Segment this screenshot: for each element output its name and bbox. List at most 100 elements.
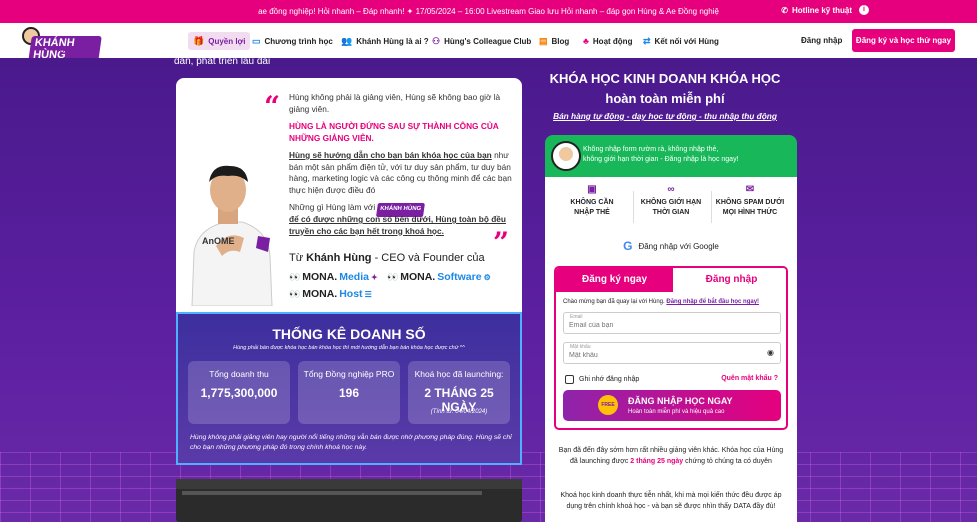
founder-name: Khánh Hùng	[306, 252, 372, 264]
result-text: để có được những con số bên dưới, Hùng t…	[289, 214, 506, 236]
mona-host-logo[interactable]: 👀 MONA. Host ☰	[289, 288, 372, 300]
video-thumbnail[interactable]	[176, 479, 522, 522]
host-icon: ☰	[364, 289, 372, 299]
mona-suffix: Software	[437, 271, 482, 283]
promo-line-2: không giới hạn thời gian - Đăng nhập là …	[583, 156, 739, 163]
mona-media-logo[interactable]: 👀 MONA. Media ✦	[289, 271, 378, 283]
nav-item-ket-noi[interactable]: ⇄ Kết nối với Hùng	[638, 32, 724, 50]
early-text-b: chứng tỏ chúng ta có duyên	[683, 457, 772, 465]
hotline-link[interactable]: ✆ Hotline kỹ thuật i	[781, 5, 869, 15]
stats-title: THỐNG KÊ DOANH SỐ	[272, 326, 426, 342]
stat-value: 1,775,300,000	[200, 386, 278, 400]
main-nav: KHÁNH HÙNG ACADEMY 🎁 Quyền lợi ▭ Chương tr…	[0, 23, 977, 62]
auth-box: Đăng ký ngay Đăng nhập Chào mừng bạn đã …	[554, 266, 788, 430]
stat-value: 196	[338, 386, 360, 400]
media-icon: ✦	[370, 272, 378, 282]
nav-item-quyen-loi[interactable]: 🎁 Quyền lợi	[188, 32, 251, 50]
stat-launching: Khoá học đã launching: 2 THÁNG 25 NGÀY (…	[408, 361, 510, 424]
email-field[interactable]: Email	[563, 312, 781, 334]
stats-note: Hùng không phải giảng viên hay người nổi…	[190, 434, 512, 451]
early-text-highlight: 2 tháng 25 ngày	[630, 457, 684, 465]
nav-item-colleague-club[interactable]: ⚇ Hùng's Colleague Club	[427, 32, 536, 50]
feature-no-card: ▣ KHÔNG CẦN NHẬP THẺ	[551, 185, 633, 218]
mona-eyes-icon: 👀	[387, 271, 399, 282]
login-now-label: ĐĂNG NHẬP HỌC NGAY	[628, 396, 733, 406]
password-input[interactable]	[569, 352, 759, 359]
mail-off-icon: ✉	[745, 184, 755, 195]
logo[interactable]: KHÁNH HÙNG ACADEMY	[16, 27, 102, 62]
nav-label: Blog	[551, 36, 570, 46]
google-login-button[interactable]: G Đăng nhập với Google	[555, 234, 787, 258]
password-field[interactable]: Mật khẩu ◉	[563, 342, 781, 364]
monitor-icon: ▭	[252, 35, 261, 46]
stat-note: (Tính từ: 04/04/2024)	[430, 409, 488, 415]
nav-label: Hùng's Colleague Club	[444, 36, 532, 46]
feature-line-2: NHẬP THẺ	[574, 209, 610, 216]
stat-label: Tổng Đồng nghiệp PRO	[303, 369, 395, 379]
software-icon: ⚙	[483, 272, 491, 282]
tab-signup[interactable]: Đăng ký ngay	[556, 268, 673, 292]
mona-prefix: MONA.	[400, 271, 436, 283]
mona-prefix: MONA.	[302, 288, 338, 300]
email-input[interactable]	[569, 322, 759, 329]
phone-icon: ✆	[781, 5, 788, 15]
users-icon: 👥	[341, 35, 353, 46]
login-now-button[interactable]: FREE ĐĂNG NHẬP HỌC NGAY Hoàn toàn miễn p…	[563, 390, 781, 421]
email-label: Email	[570, 314, 583, 320]
feature-line-2: THỜI GIAN	[652, 209, 690, 216]
hotline-label: Hotline kỹ thuật	[791, 5, 852, 15]
video-address-bar	[182, 491, 482, 495]
nav-label: Quyền lợi	[208, 36, 246, 46]
mona-prefix: MONA.	[302, 271, 338, 283]
mona-software-logo[interactable]: 👀 MONA. Software ⚙	[387, 271, 491, 283]
nav-item-chuong-trinh-hoc[interactable]: ▭ Chương trình học	[247, 32, 338, 50]
intro-text: Hùng không phải là giảng viên, Hùng sẽ k…	[289, 92, 501, 114]
feature-line-2: MỌI HÌNH THỨC	[722, 209, 778, 216]
feature-line-1: KHÔNG GIỚI HẠN	[640, 199, 702, 206]
nav-label: Chương trình học	[264, 36, 333, 46]
eye-off-icon[interactable]: ◉	[767, 348, 774, 357]
stat-colleagues: Tổng Đồng nghiệp PRO 196	[298, 361, 400, 424]
tab-login[interactable]: Đăng nhập	[673, 268, 786, 292]
course-subtitle: Bán hàng tự động - dạy học tự động - thu…	[553, 111, 777, 121]
promo-banner: Không nhập form rườm rà, không nhập thẻ,…	[545, 135, 797, 177]
group-icon: ⚇	[432, 35, 441, 46]
feature-no-spam: ✉ KHÔNG SPAM DƯỚI MỌI HÌNH THỨC	[709, 185, 791, 218]
google-icon: G	[623, 239, 633, 253]
mona-suffix: Host	[339, 288, 363, 300]
founder-photo: AnOME	[191, 165, 273, 306]
signup-button[interactable]: Đăng ký và học thử ngay	[852, 29, 955, 52]
nav-label: Kết nối với Hùng	[654, 36, 719, 46]
nav-item-khanh-hung-la-ai[interactable]: 👥 Khánh Hùng là ai ?	[336, 32, 434, 50]
promo-text: Không nhập form rườm rà, không nhập thẻ,…	[583, 145, 739, 165]
promo-line-1: Không nhập form rườm rà, không nhập thẻ,	[583, 146, 719, 153]
stat-revenue: Tổng doanh thu 1,775,300,000	[188, 361, 290, 424]
gift-icon: 🎁	[193, 35, 205, 46]
video-browser-bar	[176, 479, 522, 489]
logo-sub: ACADEMY	[60, 48, 91, 54]
remember-me[interactable]: Ghi nhớ đăng nhập	[565, 375, 639, 384]
login-link[interactable]: Đăng nhập	[801, 36, 842, 45]
card-off-icon: ▣	[587, 184, 597, 195]
remember-checkbox[interactable]	[565, 375, 574, 384]
nav-item-hoat-dong[interactable]: ♣ Hoạt động	[578, 32, 637, 50]
quote-open-icon: “	[264, 90, 281, 123]
forgot-password-link[interactable]: Quên mật khẩu ?	[721, 375, 778, 382]
welcome-msg: Chào mừng bạn đã quay lại với Hùng.	[563, 299, 665, 305]
info-icon[interactable]: i	[859, 5, 869, 15]
highlight-text: HÙNG LÀ NGƯỜI ĐỨNG SAU SỰ THÀNH CÔNG CỦA…	[289, 121, 499, 143]
feature-line-1: KHÔNG CẦN	[570, 199, 614, 206]
sales-stats: THỐNG KÊ DOANH SỐ Hùng phải bán được khó…	[176, 312, 522, 465]
nav-item-blog[interactable]: ▤ Blog	[534, 32, 574, 50]
quote-close-icon: ”	[493, 226, 510, 259]
remember-label: Ghi nhớ đăng nhập	[579, 376, 640, 383]
mona-suffix: Media	[339, 271, 369, 283]
stat-label: Khoá học đã launching:	[414, 369, 504, 379]
stat-label: Tổng doanh thu	[209, 369, 269, 379]
feature-no-time-limit: ∞ KHÔNG GIỚI HẠN THỜI GIAN	[630, 185, 712, 218]
avatar	[551, 141, 581, 171]
mona-eyes-icon: 👀	[289, 288, 301, 299]
stats-subtitle: Hùng phải bán được khóa học bán khóa học…	[233, 345, 465, 351]
welcome-link[interactable]: Đăng nhập để bắt đầu học ngay!	[666, 299, 759, 305]
early-text: Bạn đã đến đây sớm hơn rất nhiều giảng v…	[555, 446, 787, 467]
